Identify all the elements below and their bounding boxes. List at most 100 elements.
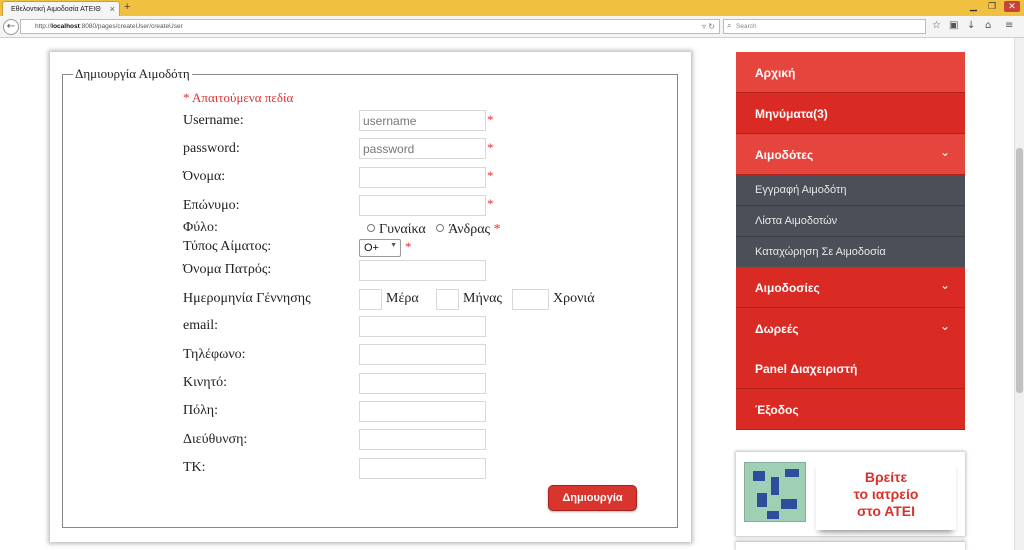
- sidebar-item-label: Δωρεές: [755, 322, 799, 336]
- submenu-item-add-to-donation[interactable]: Καταχώρηση Σε Αιμοδοσία: [736, 237, 965, 268]
- sidebar-item-logout[interactable]: Έξοδος: [736, 389, 965, 430]
- sidebar-item-label: Έξοδος: [755, 403, 799, 417]
- father-name-label: Όνομα Πατρός:: [183, 262, 272, 277]
- url-path: :8080/pages/createUser/createUser: [79, 23, 183, 30]
- postal-code-input[interactable]: [359, 458, 486, 479]
- bookmark-star-icon[interactable]: ☆: [932, 20, 941, 31]
- address-label: Διεύθυνση:: [183, 432, 248, 447]
- first-name-input[interactable]: [359, 167, 486, 188]
- blood-type-select[interactable]: O+ ▼: [359, 239, 401, 257]
- gender-option-female[interactable]: Γυναίκα: [367, 222, 426, 237]
- email-label: email:: [183, 318, 218, 333]
- banner-line: στο ΑΤΕΙ: [856, 503, 916, 519]
- required-star: *: [487, 196, 494, 211]
- banner-line: το ιατρείο: [853, 486, 919, 502]
- gender-radio-group: Γυναίκα Άνδρας *: [367, 222, 501, 238]
- search-input[interactable]: ⌕ Search: [723, 19, 926, 34]
- form-panel: Δημιουργία Αιμοδότη * Απαιτούμενα πεδία …: [50, 52, 691, 542]
- submenu-item-label: Λίστα Αιμοδοτών: [755, 215, 838, 227]
- form-legend: Δημιουργία Αιμοδότη: [73, 66, 192, 82]
- search-icon: ⌕: [727, 21, 732, 30]
- city-label: Πόλη:: [183, 403, 218, 418]
- submenu-item-register-donor[interactable]: Εγγραφή Αιμοδότη: [736, 175, 965, 206]
- phone-input[interactable]: [359, 344, 486, 365]
- submenu-item-donor-list[interactable]: Λίστα Αιμοδοτών: [736, 206, 965, 237]
- radio-icon[interactable]: [367, 224, 375, 232]
- blood-type-label: Τύπος Αίματος:: [183, 239, 272, 254]
- email-input[interactable]: [359, 316, 486, 337]
- father-name-input[interactable]: [359, 260, 486, 281]
- donor-form-fieldset: Δημιουργία Αιμοδότη * Απαιτούμενα πεδία …: [62, 66, 678, 528]
- new-tab-button[interactable]: +: [124, 1, 130, 13]
- sidebar-item-label: Αιμοδότες: [755, 148, 814, 162]
- back-arrow-icon[interactable]: ←: [3, 19, 19, 35]
- download-icon[interactable]: ↓: [967, 20, 975, 31]
- required-star: *: [487, 112, 494, 127]
- chevron-down-icon: ⌄: [939, 319, 950, 333]
- mobile-label: Κινητό:: [183, 375, 228, 390]
- radio-icon[interactable]: [436, 224, 445, 232]
- city-input[interactable]: [359, 401, 486, 422]
- close-window-icon[interactable]: ✕: [1004, 1, 1020, 12]
- sidebar-item-donations[interactable]: Αιμοδοσίες ⌄: [736, 267, 965, 308]
- birth-day-input[interactable]: [359, 289, 382, 310]
- phone-label: Τηλέφωνο:: [183, 347, 246, 362]
- required-star: *: [487, 140, 494, 155]
- chevron-down-icon: ⌄: [939, 278, 950, 292]
- birth-date-label: Ημερομηνία Γέννησης: [183, 291, 311, 306]
- restore-icon[interactable]: ❐: [988, 1, 996, 12]
- sidebar-item-label: Αιμοδοσίες: [755, 281, 820, 295]
- required-fields-note: * Απαιτούμενα πεδία: [183, 90, 294, 105]
- chevron-down-icon: ⌄: [939, 145, 950, 159]
- home-icon[interactable]: ⌂: [985, 20, 991, 31]
- sidebar-item-donors[interactable]: Αιμοδότες ⌄: [736, 134, 965, 175]
- blood-type-value: O+: [364, 242, 379, 254]
- password-input[interactable]: [359, 138, 486, 159]
- tab-title: Εθελοντική Αιμοδοσία ΑΤΕΙΘ: [11, 6, 101, 13]
- banner-line: Βρείτε: [864, 469, 908, 485]
- scrollbar-thumb[interactable]: [1016, 148, 1023, 393]
- clipboard-icon[interactable]: ▣: [949, 20, 958, 31]
- birth-year-input[interactable]: [512, 289, 549, 310]
- address-bar[interactable]: http://localhost:8080/pages/createUser/c…: [20, 19, 720, 34]
- tab-close-icon[interactable]: ×: [110, 4, 115, 14]
- campus-map-image: [744, 462, 806, 522]
- username-input[interactable]: [359, 110, 486, 131]
- last-name-input[interactable]: [359, 195, 486, 216]
- banner-text-card: Βρείτε το ιατρείο στο ΑΤΕΙ: [816, 460, 956, 530]
- sidebar-item-home[interactable]: Αρχική: [736, 52, 965, 93]
- sidebar-item-admin-panel[interactable]: Panel Διαχειριστή: [736, 348, 965, 389]
- menu-icon[interactable]: ≡: [1005, 20, 1013, 31]
- address-input[interactable]: [359, 429, 486, 450]
- birth-month-label: Μήνας: [463, 291, 502, 306]
- search-placeholder: Search: [736, 23, 757, 30]
- mobile-input[interactable]: [359, 373, 486, 394]
- sidebar-item-messages[interactable]: Μηνύματα(3): [736, 93, 965, 134]
- url-prefix: http://: [35, 23, 52, 30]
- browser-tab[interactable]: Εθελοντική Αιμοδοσία ΑΤΕΙΘ ×: [2, 1, 120, 16]
- create-button[interactable]: Δημιουργία: [548, 485, 637, 511]
- birth-month-input[interactable]: [436, 289, 459, 310]
- navigation-toolbar: ← http://localhost:8080/pages/createUser…: [0, 16, 1024, 38]
- sidebar-item-label: Panel Διαχειριστή: [755, 362, 858, 376]
- sidebar-item-gifts[interactable]: Δωρεές ⌄: [736, 308, 965, 349]
- sidebar-item-label: Αρχική: [755, 66, 796, 80]
- minimize-icon[interactable]: ▁: [970, 1, 977, 12]
- submenu-item-label: Καταχώρηση Σε Αιμοδοσία: [755, 246, 886, 258]
- clinic-banner[interactable]: Βρείτε το ιατρείο στο ΑΤΕΙ: [736, 452, 965, 536]
- required-star: *: [405, 239, 412, 254]
- gender-label: Φύλο:: [183, 220, 218, 235]
- chevron-down-icon: ▼: [390, 242, 397, 249]
- birth-day-label: Μέρα: [386, 291, 419, 306]
- gender-option-male[interactable]: Άνδρας: [436, 222, 490, 237]
- birth-year-label: Χρονιά: [553, 291, 595, 306]
- last-name-label: Επώνυμο:: [183, 198, 240, 213]
- required-star: *: [493, 222, 501, 237]
- password-label: password:: [183, 141, 240, 156]
- username-label: Username:: [183, 113, 244, 128]
- sidebar-menu: Αρχική Μηνύματα(3) Αιμοδότες ⌄ Εγγραφή Α…: [736, 52, 965, 430]
- postal-code-label: ΤΚ:: [183, 460, 206, 475]
- required-star: *: [487, 168, 494, 183]
- first-name-label: Όνομα:: [183, 169, 226, 184]
- reload-icon[interactable]: ▿ ↻: [702, 22, 715, 31]
